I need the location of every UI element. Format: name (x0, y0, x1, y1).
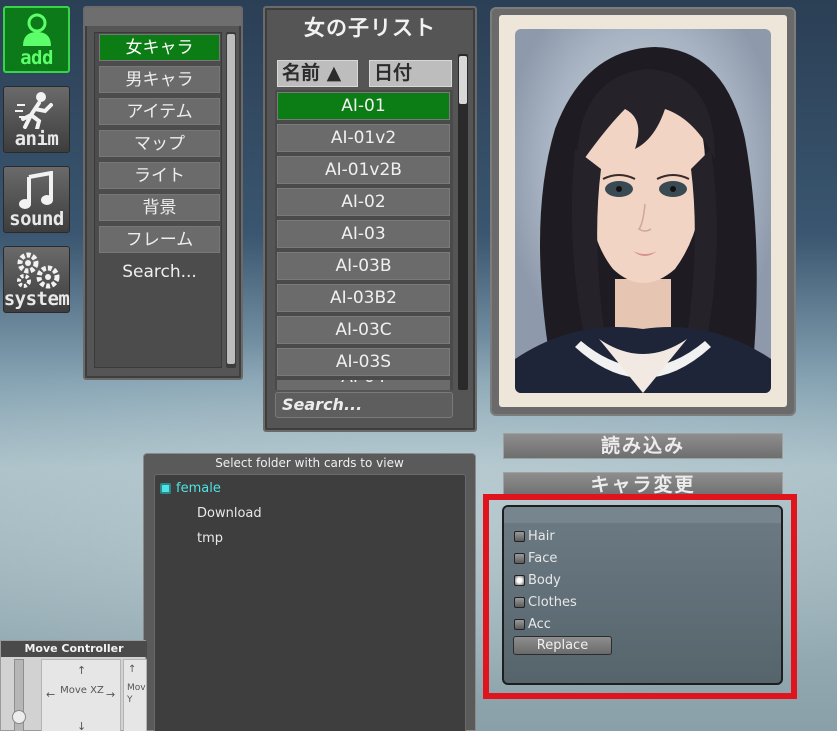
checkbox-body[interactable] (514, 575, 525, 586)
folder-selected-icon (160, 483, 171, 494)
move-xz-label: Move XZ (60, 685, 104, 696)
add-button[interactable]: add (3, 6, 70, 73)
body-checkbox[interactable]: Body (514, 573, 561, 588)
move-xz-pad[interactable]: ↑ ← → ↓ Move XZ (41, 659, 121, 731)
list-item[interactable]: AI-01v2B (277, 156, 450, 184)
girl-list-scrollbar-thumb[interactable] (459, 56, 467, 104)
move-controller-title: Move Controller (1, 641, 147, 657)
sound-label: sound (9, 208, 64, 230)
checkbox-face[interactable] (514, 553, 525, 564)
acc-label: Acc (528, 617, 551, 632)
category-item-female[interactable]: 女キャラ (99, 34, 220, 61)
girl-list-scrollbar[interactable] (458, 54, 468, 390)
sound-button[interactable]: sound (3, 166, 70, 233)
category-panel-header (85, 8, 241, 26)
girl-list-title: 女の子リスト (304, 16, 436, 40)
category-scrollbar[interactable] (226, 32, 236, 368)
move-controller: Move Controller ↑ ← → ↓ Move XZ ↑ Move Y (0, 640, 147, 731)
sort-by-name-button[interactable]: 名前 ▲ (277, 60, 358, 87)
category-item-frame[interactable]: フレーム (99, 226, 220, 253)
music-note-icon (18, 171, 53, 209)
hair-label: Hair (528, 529, 555, 544)
character-card-frame (490, 7, 796, 416)
character-card (499, 15, 787, 407)
category-item-light[interactable]: ライト (99, 162, 220, 189)
acc-checkbox[interactable]: Acc (514, 617, 551, 632)
move-y-pad[interactable]: ↑ Move Y (123, 659, 147, 731)
category-scrollbar-thumb[interactable] (227, 34, 235, 364)
arrow-down-icon: ↓ (77, 720, 87, 731)
anim-button[interactable]: anim (3, 86, 70, 153)
move-speed-slider-handle[interactable] (12, 710, 26, 724)
clothes-checkbox[interactable]: Clothes (514, 595, 577, 610)
list-item[interactable]: AI-01 (277, 92, 450, 120)
move-y-label: Move Y (127, 683, 146, 705)
load-button[interactable]: 読み込み (503, 433, 783, 459)
arrow-left-icon: ← (46, 688, 56, 701)
list-item[interactable]: AI-03 (277, 220, 450, 248)
folder-panel-title: Select folder with cards to view (215, 456, 404, 470)
arrow-up-icon: ↑ (77, 664, 87, 677)
list-item[interactable]: AI-03B2 (277, 284, 450, 312)
folder-item-download[interactable]: Download (197, 506, 262, 521)
folder-item-tmp[interactable]: tmp (197, 531, 223, 546)
category-panel: 女キャラ 男キャラ アイテム マップ ライト 背景 フレーム Search... (83, 6, 243, 380)
running-person-icon (14, 92, 53, 129)
folder-item-female[interactable]: female (176, 481, 221, 496)
body-label: Body (528, 573, 561, 588)
hair-checkbox[interactable]: Hair (514, 529, 555, 544)
list-item[interactable]: AI-03S (277, 348, 450, 376)
add-label: add (20, 47, 53, 69)
person-icon (22, 13, 51, 46)
category-item-background[interactable]: 背景 (99, 194, 220, 221)
character-portrait (515, 29, 771, 393)
checkbox-hair[interactable] (514, 531, 525, 542)
list-item-partial-clip: AI-04 (277, 380, 450, 390)
list-item[interactable]: AI-01v2 (277, 124, 450, 152)
system-label: system (3, 288, 70, 310)
list-item[interactable]: AI-03C (277, 316, 450, 344)
girl-list-search-input[interactable]: Search... (275, 392, 453, 418)
replace-panel-header (504, 507, 781, 523)
system-button[interactable]: system (3, 246, 70, 313)
gears-icon (16, 252, 59, 289)
category-item-map[interactable]: マップ (99, 130, 220, 157)
list-item[interactable]: AI-02 (277, 188, 450, 216)
category-item-item[interactable]: アイテム (99, 98, 220, 125)
clothes-label: Clothes (528, 595, 577, 610)
girl-list-panel: 女の子リスト 名前 ▲ 日付 AI-01 AI-01v2 AI-01v2B AI… (263, 6, 477, 432)
checkbox-clothes[interactable] (514, 597, 525, 608)
face-checkbox[interactable]: Face (514, 551, 557, 566)
face-label: Face (528, 551, 558, 566)
arrow-right-icon: → (106, 688, 116, 701)
sort-by-date-button[interactable]: 日付 (369, 60, 452, 87)
move-speed-slider[interactable] (12, 659, 26, 731)
arrow-up-icon: ↑ (128, 664, 137, 675)
category-search[interactable]: Search... (99, 258, 220, 285)
list-item[interactable]: AI-03B (277, 252, 450, 280)
folder-panel: Select folder with cards to view female … (143, 453, 476, 731)
character-face-image (515, 47, 771, 393)
replace-button[interactable]: Replace (513, 636, 612, 655)
list-item[interactable]: AI-04 (277, 380, 450, 390)
category-item-male[interactable]: 男キャラ (99, 66, 220, 93)
anim-label: anim (14, 128, 59, 150)
checkbox-acc[interactable] (514, 619, 525, 630)
